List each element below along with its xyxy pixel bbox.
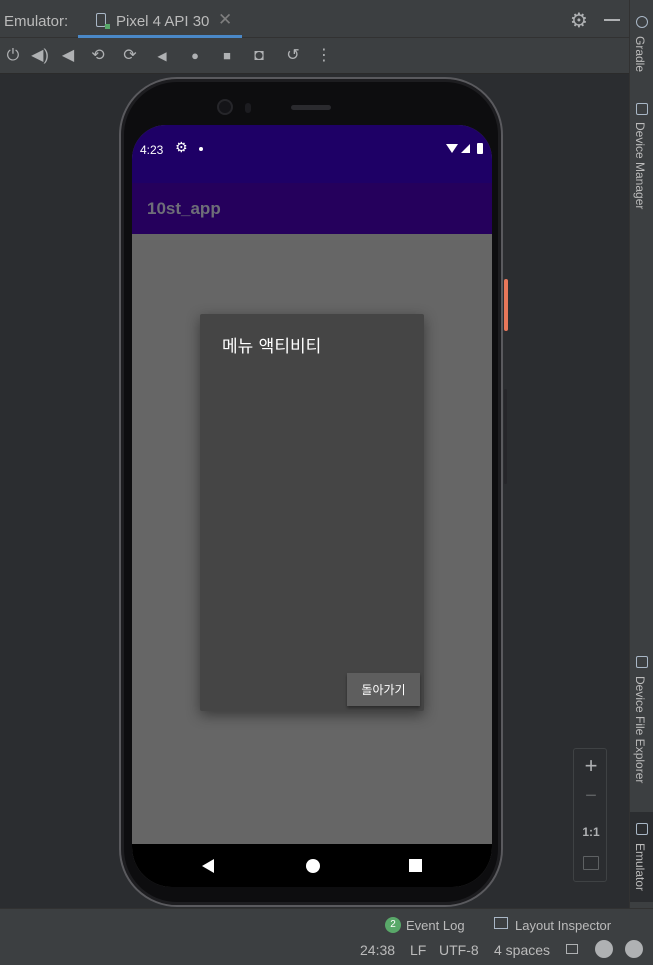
tool-window-bar: 2 Event Log Layout Inspector [0, 908, 653, 936]
status-time: 4:23 [140, 143, 164, 157]
volume-side-button[interactable] [504, 389, 507, 484]
indent-setting[interactable]: 4 spaces [494, 942, 550, 958]
close-icon[interactable]: ✕ [218, 10, 232, 30]
device-screen[interactable]: 4:23 ⚙ 10st_app 메뉴 액티비티 돌아가기 [132, 125, 492, 887]
earpiece-speaker [291, 105, 331, 110]
zoom-in-button[interactable]: + [574, 753, 608, 779]
tab-label: Pixel 4 API 30 [116, 13, 210, 30]
device-manager-icon [636, 103, 648, 115]
app-title: 10st_app [147, 199, 221, 218]
emulator-icon [636, 823, 648, 835]
zoom-controls: + − 1:1 [573, 748, 607, 882]
dialog-title: 메뉴 액티비티 [222, 337, 322, 357]
device-manager-tab[interactable]: Device Manager [633, 122, 647, 209]
line-separator[interactable]: LF [410, 942, 426, 958]
more-icon[interactable]: ⋮ [313, 45, 335, 67]
back-button[interactable]: 돌아가기 [347, 673, 420, 706]
zoom-out-button[interactable]: − [574, 785, 608, 808]
back-icon[interactable]: ◀ [151, 45, 173, 67]
android-nav-bar [132, 844, 492, 887]
event-count-badge: 2 [385, 917, 401, 933]
power-side-button[interactable] [504, 279, 508, 331]
front-camera [217, 99, 233, 115]
power-icon[interactable]: ⏻ [2, 45, 24, 67]
sensor [245, 103, 251, 113]
gear-icon[interactable]: ⚙ [570, 8, 588, 33]
fit-screen-icon[interactable] [583, 856, 599, 870]
snapshot-icon[interactable]: ↺ [282, 45, 304, 67]
device-icon [96, 13, 110, 29]
gradle-icon [636, 16, 648, 28]
happy-face-icon[interactable] [595, 940, 613, 958]
volume-up-icon[interactable]: ◀) [29, 45, 51, 67]
device-file-explorer-icon [636, 656, 648, 668]
status-bar: 24:38 LF UTF-8 4 spaces [0, 936, 653, 965]
rotate-right-icon[interactable]: ⟳ [119, 45, 141, 67]
cursor-position[interactable]: 24:38 [360, 942, 395, 958]
emulator-toolbar: ⏻ ◀) ◀ ⟲ ⟳ ◀ ● ■ ◘ ↺ ⋮ [0, 38, 629, 74]
camera-icon[interactable]: ◘ [248, 45, 270, 67]
home-icon[interactable]: ● [184, 45, 206, 67]
nav-home-icon[interactable] [306, 859, 320, 873]
emulator-tab[interactable]: Emulator [633, 843, 647, 891]
sad-face-icon[interactable] [625, 940, 643, 958]
lock-icon[interactable] [566, 944, 578, 954]
event-log-tab[interactable]: Event Log [406, 918, 465, 933]
right-tool-stripe: Gradle Device Manager Device File Explor… [629, 0, 653, 908]
phone-frame: 4:23 ⚙ 10st_app 메뉴 액티비티 돌아가기 [119, 77, 508, 907]
android-status-bar: 4:23 ⚙ [132, 125, 492, 183]
wifi-icon [446, 144, 458, 153]
emulator-label: Emulator: [4, 13, 69, 30]
app-bar: 10st_app [132, 183, 492, 234]
signal-icon [461, 144, 470, 153]
settings-notification-icon: ⚙ [175, 139, 188, 155]
tool-window-header: Emulator: Pixel 4 API 30 ✕ ⚙ [0, 0, 629, 38]
gradle-tab[interactable]: Gradle [633, 36, 647, 72]
tab-pixel-4-api-30[interactable]: Pixel 4 API 30 ✕ [78, 6, 242, 38]
layout-inspector-tab[interactable]: Layout Inspector [515, 918, 611, 933]
menu-dialog: 메뉴 액티비티 돌아가기 [200, 314, 424, 711]
layout-inspector-icon [494, 917, 508, 929]
rotate-left-icon[interactable]: ⟲ [87, 45, 109, 67]
zoom-1-1-button[interactable]: 1:1 [574, 825, 608, 839]
battery-icon [477, 143, 483, 154]
overview-icon[interactable]: ■ [216, 45, 238, 67]
volume-down-icon[interactable]: ◀ [57, 45, 79, 67]
nav-recents-icon[interactable] [409, 859, 422, 872]
notification-dot-icon [199, 147, 203, 151]
activity-content: 메뉴 액티비티 돌아가기 [132, 234, 492, 844]
minimize-icon[interactable] [604, 19, 620, 21]
file-encoding[interactable]: UTF-8 [439, 942, 479, 958]
device-file-explorer-tab[interactable]: Device File Explorer [633, 676, 647, 783]
nav-back-icon[interactable] [202, 859, 214, 873]
